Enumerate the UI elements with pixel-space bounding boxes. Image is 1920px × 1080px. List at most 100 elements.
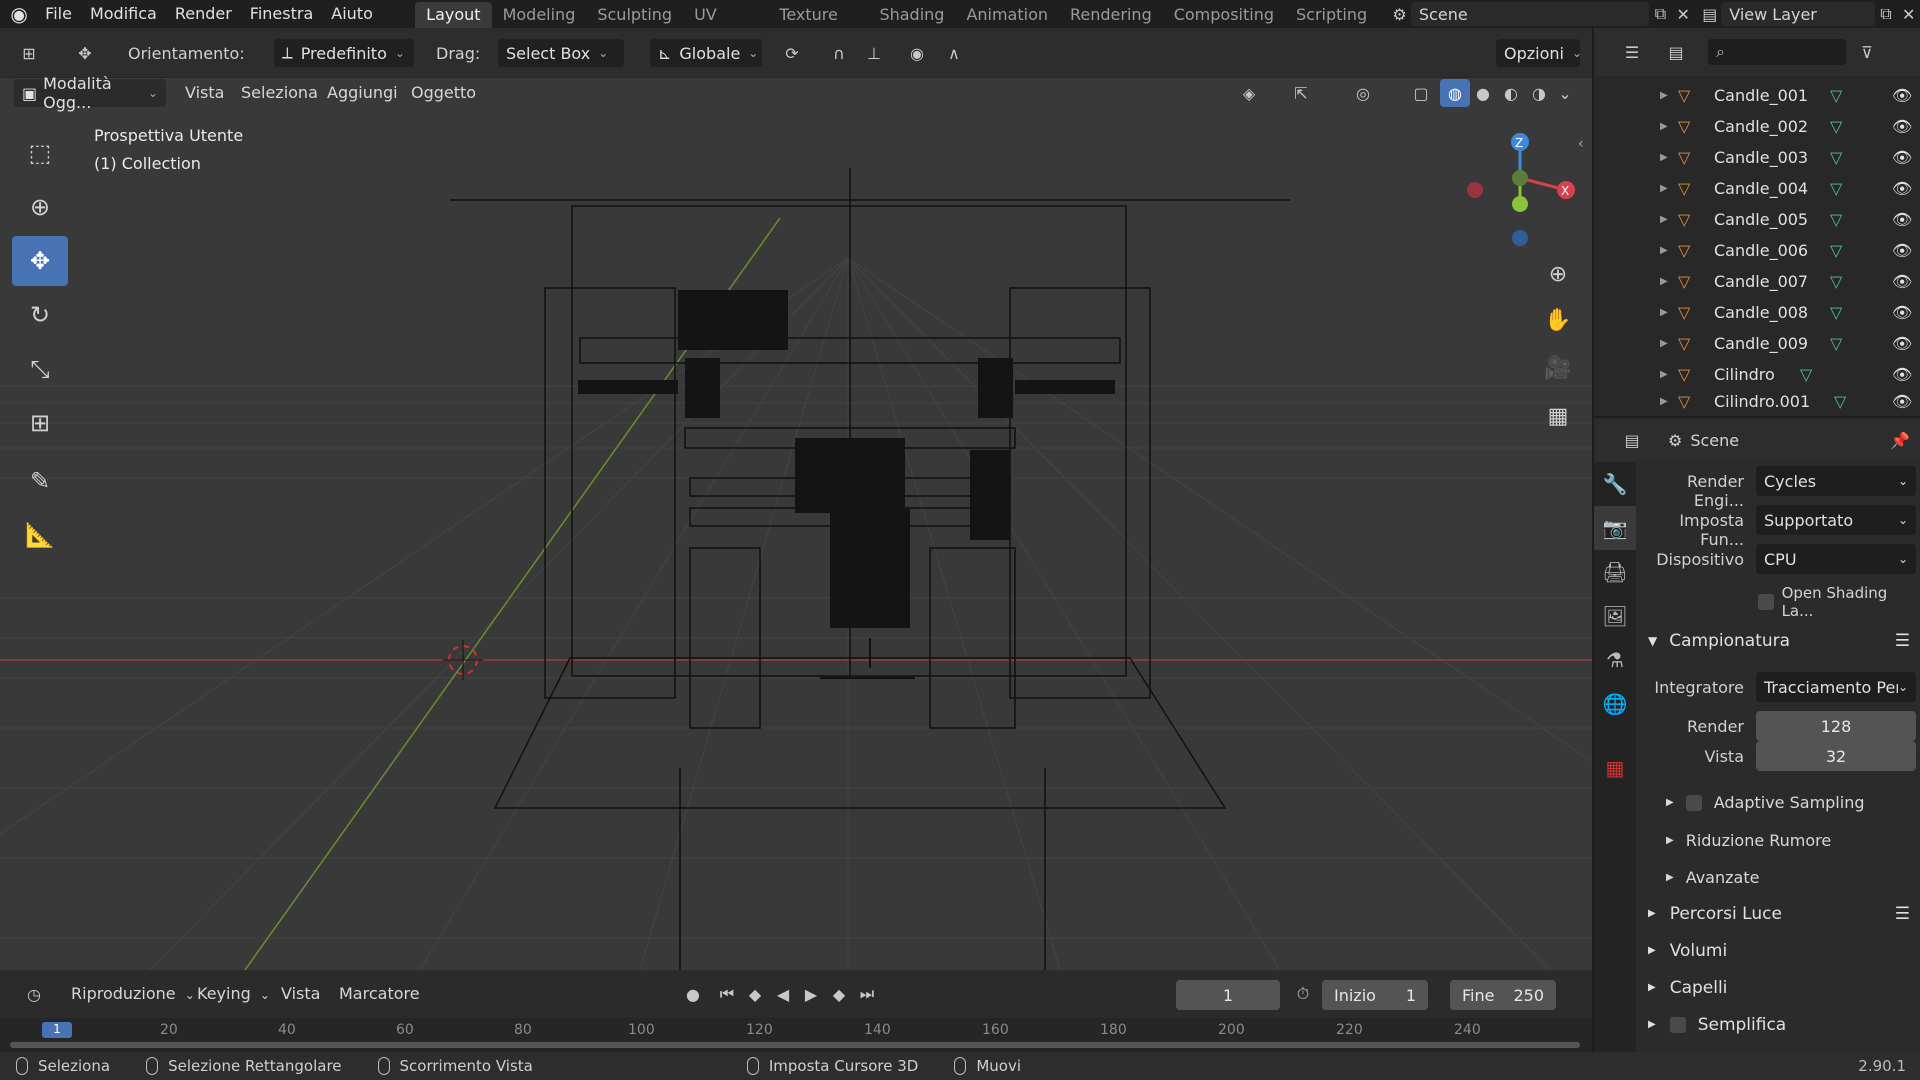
menu-view[interactable]: Vista — [176, 79, 233, 107]
move-tool-button-icon[interactable]: ✥ — [12, 236, 68, 286]
list-item[interactable]: ▶ ▽ Candle_002 ▽ 👁 — [1594, 111, 1920, 142]
menu-add[interactable]: Aggiungi — [318, 79, 407, 107]
xray-icon[interactable]: ▢ — [1406, 79, 1436, 107]
denoising-subpanel[interactable]: ▶ Riduzione Rumore — [1666, 822, 1831, 859]
eye-icon[interactable]: 👁 — [1892, 179, 1912, 198]
view-layer-icon[interactable]: ▤ — [1699, 0, 1722, 28]
visibility-icon[interactable]: ◈ — [1228, 79, 1270, 107]
rotate-tool-icon[interactable]: ↻ — [12, 290, 68, 340]
editor-type-icon[interactable]: ⊞ — [14, 39, 44, 67]
eye-icon[interactable]: 👁 — [1892, 365, 1912, 384]
menu-edit[interactable]: Modifica — [81, 0, 166, 28]
tab-shading[interactable]: Shading — [868, 2, 955, 28]
tab-compositing[interactable]: Compositing — [1163, 2, 1285, 28]
eye-icon[interactable]: 👁 — [1892, 392, 1912, 411]
options-dropdown[interactable]: Opzioni ⌄ — [1496, 39, 1582, 67]
delete-scene-icon[interactable]: ✕ — [1672, 0, 1695, 28]
filter-icon[interactable]: ⊽ — [1852, 38, 1882, 66]
expand-arrow-icon[interactable]: ▶ — [1660, 152, 1668, 163]
snap-target-icon[interactable]: ⊥ — [854, 39, 894, 67]
tool-tab-icon[interactable]: 🔧 — [1594, 462, 1636, 506]
presets-list-icon[interactable]: ☰ — [1895, 631, 1910, 651]
snap-icon[interactable]: ∩ — [824, 39, 854, 67]
transform-orientation-dropdown[interactable]: ⊾ Globale ⌄ — [650, 39, 762, 67]
outliner-editor-type-icon[interactable]: ☰ — [1612, 38, 1652, 66]
tab-layout[interactable]: Layout — [415, 2, 492, 28]
play-reverse-icon[interactable]: ◀ — [768, 980, 798, 1008]
scene-tab-icon[interactable]: ⚗ — [1594, 638, 1636, 682]
list-item[interactable]: ▶ ▽ Candle_001 ▽ 👁 — [1594, 80, 1920, 111]
annotate-tool-icon[interactable]: ✎ — [12, 456, 68, 506]
solid-shading-icon[interactable]: ● — [1468, 79, 1498, 107]
tab-scripting[interactable]: Scripting — [1285, 2, 1378, 28]
new-view-layer-icon[interactable]: ⧉ — [1875, 0, 1898, 28]
menu-playback[interactable]: Riproduzione ⌄ — [62, 980, 204, 1008]
camera-icon[interactable]: 🎥 — [1538, 348, 1578, 388]
menu-render[interactable]: Render — [166, 0, 241, 28]
render-engine-dropdown[interactable]: Cycles ⌄ — [1756, 466, 1916, 496]
current-frame-field[interactable]: 1 — [1176, 980, 1280, 1010]
scene-field[interactable]: Scene — [1410, 2, 1650, 26]
pan-hand-icon[interactable]: ✋ — [1538, 300, 1578, 340]
list-item[interactable]: ▶ ▽ Candle_004 ▽ 👁 — [1594, 173, 1920, 204]
falloff-icon[interactable]: ∧ — [934, 39, 974, 67]
scene-selector-icon[interactable]: ⚙ — [1388, 0, 1411, 28]
end-frame-field[interactable]: Fine 250 — [1450, 980, 1556, 1010]
feature-set-dropdown[interactable]: Supportato ⌄ — [1756, 505, 1916, 535]
expand-arrow-icon[interactable]: ▶ — [1660, 338, 1668, 349]
menu-marker[interactable]: Marcatore — [330, 980, 429, 1008]
list-item[interactable]: ▶ ▽ Candle_007 ▽ 👁 — [1594, 266, 1920, 297]
advanced-subpanel[interactable]: ▶ Avanzate — [1666, 859, 1759, 896]
tab-animation[interactable]: Animation — [955, 2, 1059, 28]
shading-options-chevron-icon[interactable]: ⌄ — [1552, 79, 1578, 107]
render-samples-field[interactable]: 128 — [1756, 711, 1916, 741]
mode-dropdown[interactable]: ▣ Modalità Ogg... ⌄ — [14, 74, 166, 112]
eye-icon[interactable]: 👁 — [1892, 117, 1912, 136]
adaptive-sampling-subpanel[interactable]: ▶ Adaptive Sampling — [1666, 784, 1865, 821]
start-frame-field[interactable]: Inizio 1 — [1322, 980, 1428, 1010]
view-layer-field[interactable]: View Layer — [1721, 2, 1875, 26]
menu-timeline-view[interactable]: Vista — [272, 980, 329, 1008]
list-item[interactable]: ▶ ▽ Cilindro ▽ 👁 — [1594, 359, 1920, 390]
jump-end-icon[interactable]: ⏭ — [852, 980, 882, 1008]
orientation-dropdown[interactable]: ⟂ Predefinito ⌄ — [274, 39, 414, 67]
expand-arrow-icon[interactable]: ▶ — [1660, 183, 1668, 194]
overlay-icon[interactable]: ◎ — [1342, 79, 1384, 107]
menu-select[interactable]: Seleziona — [232, 79, 327, 107]
transform-tool-icon[interactable]: ⊞ — [12, 398, 68, 448]
tab-texture-paint[interactable]: Texture Paint — [768, 2, 868, 50]
zoom-icon[interactable]: ⊕ — [1538, 254, 1578, 294]
record-icon[interactable]: ● — [678, 980, 708, 1008]
jump-start-icon[interactable]: ⏮ — [712, 980, 742, 1008]
delete-view-layer-icon[interactable]: ✕ — [1897, 0, 1920, 28]
world-tab-icon[interactable]: 🌐 — [1594, 682, 1636, 726]
proportional-editing-icon[interactable]: ◉ — [902, 39, 932, 67]
expand-arrow-icon[interactable]: ▶ — [1660, 276, 1668, 287]
list-item[interactable]: ▶ ▽ Cilindro.001 ▽ 👁 — [1594, 390, 1920, 412]
frame-indicator[interactable]: 1 — [42, 1022, 72, 1038]
menu-file[interactable]: File — [36, 0, 81, 28]
menu-window[interactable]: Finestra — [241, 0, 322, 28]
expand-arrow-icon[interactable]: ▶ — [1660, 307, 1668, 318]
measure-tool-icon[interactable]: 📐 — [12, 510, 68, 560]
pivot-point-icon[interactable]: ⟳ — [772, 39, 812, 67]
eye-icon[interactable]: 👁 — [1892, 241, 1912, 260]
timeline-editor-type-icon[interactable]: ◷ — [14, 980, 54, 1008]
drag-dropdown[interactable]: Select Box ⌄ — [498, 39, 624, 67]
tab-modeling[interactable]: Modeling — [492, 2, 587, 28]
gizmo-icon[interactable]: ⇱ — [1280, 79, 1322, 107]
sidebar-toggle-chevron-icon[interactable]: ‹ — [1578, 136, 1584, 152]
next-keyframe-icon[interactable]: ◆ — [824, 980, 854, 1008]
render-tab-icon[interactable]: 📷 — [1594, 506, 1636, 550]
presets-list-icon[interactable]: ☰ — [1895, 904, 1910, 924]
expand-arrow-icon[interactable]: ▶ — [1660, 369, 1668, 380]
viewport-samples-field[interactable]: 32 — [1756, 741, 1916, 771]
view-layer-tab-icon[interactable]: 🖼 — [1594, 594, 1636, 638]
osl-checkbox[interactable] — [1758, 594, 1774, 610]
eye-icon[interactable]: 👁 — [1892, 86, 1912, 105]
material-shading-icon[interactable]: ◐ — [1496, 79, 1526, 107]
sampling-panel-header[interactable]: ▼ Campionatura ☰ — [1648, 622, 1910, 659]
integrator-dropdown[interactable]: Tracciamento Per... ⌄ — [1756, 672, 1916, 702]
scale-tool-icon[interactable]: ⤡ — [12, 344, 68, 394]
select-tool-icon[interactable]: ⬚ — [12, 128, 68, 178]
